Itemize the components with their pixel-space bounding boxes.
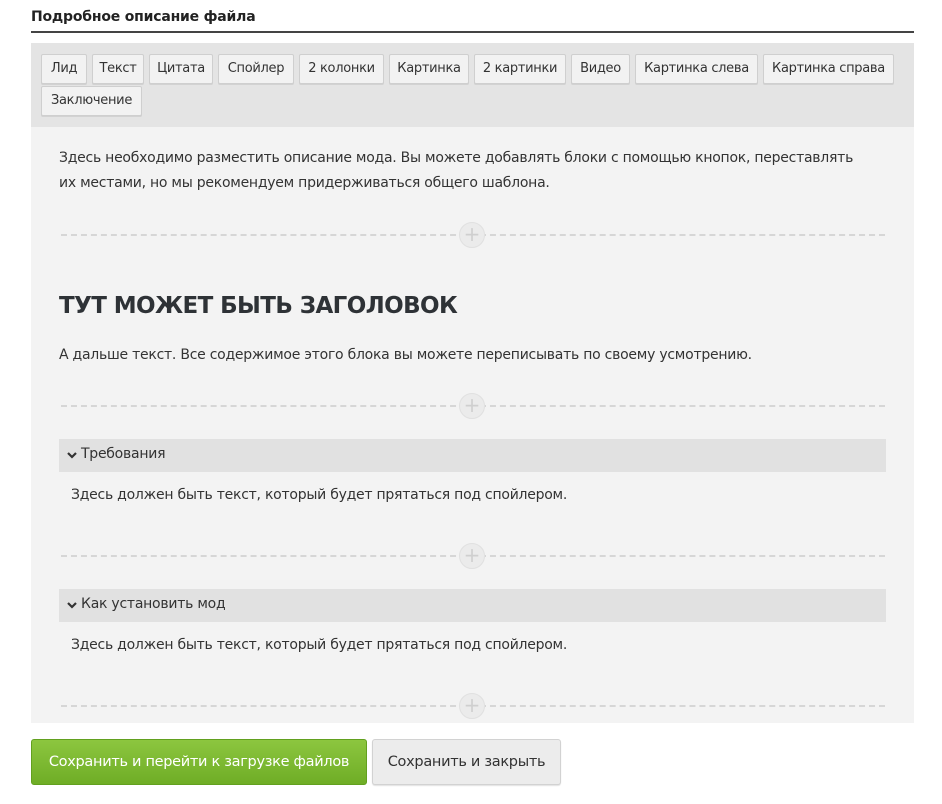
add-two-images-button[interactable]: 2 картинки: [474, 54, 566, 84]
add-quote-button[interactable]: Цитата: [149, 54, 213, 84]
add-block-plus-icon[interactable]: +: [459, 543, 485, 569]
add-block-plus-icon[interactable]: +: [459, 393, 485, 419]
chevron-down-icon: [66, 597, 78, 613]
text-block[interactable]: А дальше текст. Все содержимое этого бло…: [59, 343, 752, 368]
add-image-left-button[interactable]: Картинка слева: [635, 54, 758, 84]
description-editor[interactable]: Здесь необходимо разместить описание мод…: [31, 127, 914, 723]
intro-paragraph[interactable]: Здесь необходимо разместить описание мод…: [59, 146, 853, 196]
spoiler-title: Как установить мод: [81, 596, 226, 612]
add-text-button[interactable]: Текст: [92, 54, 144, 84]
save-and-upload-button[interactable]: Сохранить и перейти к загрузке файлов: [31, 739, 367, 785]
spoiler-title: Требования: [81, 446, 166, 462]
add-lead-button[interactable]: Лид: [41, 54, 87, 84]
heading-block[interactable]: ТУТ МОЖЕТ БЫТЬ ЗАГОЛОВОК: [59, 293, 458, 319]
add-block-plus-icon[interactable]: +: [459, 693, 485, 719]
spoiler-body[interactable]: Здесь должен быть текст, который будет п…: [71, 483, 567, 508]
section-title: Подробное описание файла: [31, 9, 256, 25]
spoiler-header-install[interactable]: Как установить мод: [59, 589, 886, 622]
intro-line-2: их местами, но мы рекомендуем придержива…: [59, 175, 550, 191]
spoiler-body[interactable]: Здесь должен быть текст, который будет п…: [71, 633, 567, 658]
add-image-right-button[interactable]: Картинка справа: [763, 54, 894, 84]
add-spoiler-button[interactable]: Спойлер: [218, 54, 294, 84]
section-header: Подробное описание файла: [31, 0, 914, 33]
add-video-button[interactable]: Видео: [571, 54, 630, 84]
add-two-columns-button[interactable]: 2 колонки: [299, 54, 384, 84]
add-conclusion-button[interactable]: Заключение: [41, 86, 142, 116]
chevron-down-icon: [66, 447, 78, 463]
intro-line-1: Здесь необходимо разместить описание мод…: [59, 150, 854, 166]
add-image-button[interactable]: Картинка: [389, 54, 469, 84]
add-block-plus-icon[interactable]: +: [459, 222, 485, 248]
spoiler-header-requirements[interactable]: Требования: [59, 439, 886, 472]
save-and-close-button[interactable]: Сохранить и закрыть: [372, 739, 561, 785]
block-toolbar: Лид Текст Цитата Спойлер 2 колонки Карти…: [31, 43, 914, 127]
